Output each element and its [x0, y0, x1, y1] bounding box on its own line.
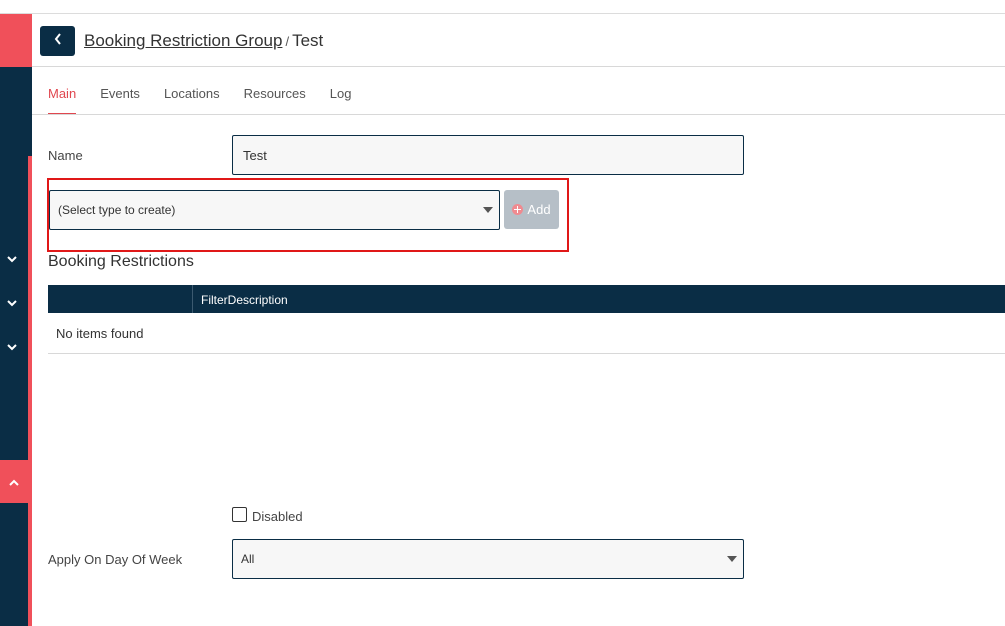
chevron-left-icon: [54, 32, 62, 50]
sidebar: [0, 14, 32, 626]
breadcrumb-separator: /: [285, 34, 290, 49]
disabled-label: Disabled: [252, 509, 303, 524]
name-label: Name: [48, 148, 83, 163]
section-title: Booking Restrictions: [48, 253, 194, 270]
disabled-checkbox[interactable]: [232, 507, 247, 522]
page-header: Booking Restriction Group / Test: [32, 14, 1005, 67]
tabs-divider: [32, 114, 1005, 115]
chevron-down-icon[interactable]: [4, 295, 20, 311]
sidebar-active-item[interactable]: [0, 460, 28, 503]
column-header-filterdescription[interactable]: FilterDescription: [201, 293, 288, 307]
tab-events[interactable]: Events: [100, 86, 140, 115]
tab-main[interactable]: Main: [48, 86, 77, 115]
chevron-down-icon[interactable]: [4, 339, 20, 355]
table-empty-row: No items found: [48, 313, 1005, 354]
browser-top-strip: [0, 0, 1005, 14]
day-of-week-select[interactable]: All: [232, 539, 744, 579]
day-of-week-value: All: [241, 552, 255, 566]
highlight-box: [47, 178, 569, 252]
caret-down-icon: [727, 556, 737, 562]
name-field[interactable]: Test: [232, 135, 744, 175]
column-separator: [192, 285, 193, 313]
chevron-down-icon[interactable]: [4, 251, 20, 267]
breadcrumb: Booking Restriction Group / Test: [84, 31, 323, 51]
day-of-week-label: Apply On Day Of Week: [48, 552, 183, 567]
table-header: FilterDescription: [48, 285, 1005, 313]
sidebar-brand-block: [0, 14, 32, 67]
chevron-up-icon: [9, 473, 19, 491]
tab-bar: Main Events Locations Resources Log: [48, 86, 351, 115]
tab-resources[interactable]: Resources: [244, 86, 306, 115]
tab-log[interactable]: Log: [330, 86, 352, 115]
empty-message: No items found: [56, 326, 144, 341]
breadcrumb-link[interactable]: Booking Restriction Group: [84, 31, 282, 50]
page-title: Test: [292, 31, 324, 50]
sidebar-accent-stripe: [28, 156, 32, 626]
tab-locations[interactable]: Locations: [164, 86, 220, 115]
back-button[interactable]: [40, 26, 75, 56]
